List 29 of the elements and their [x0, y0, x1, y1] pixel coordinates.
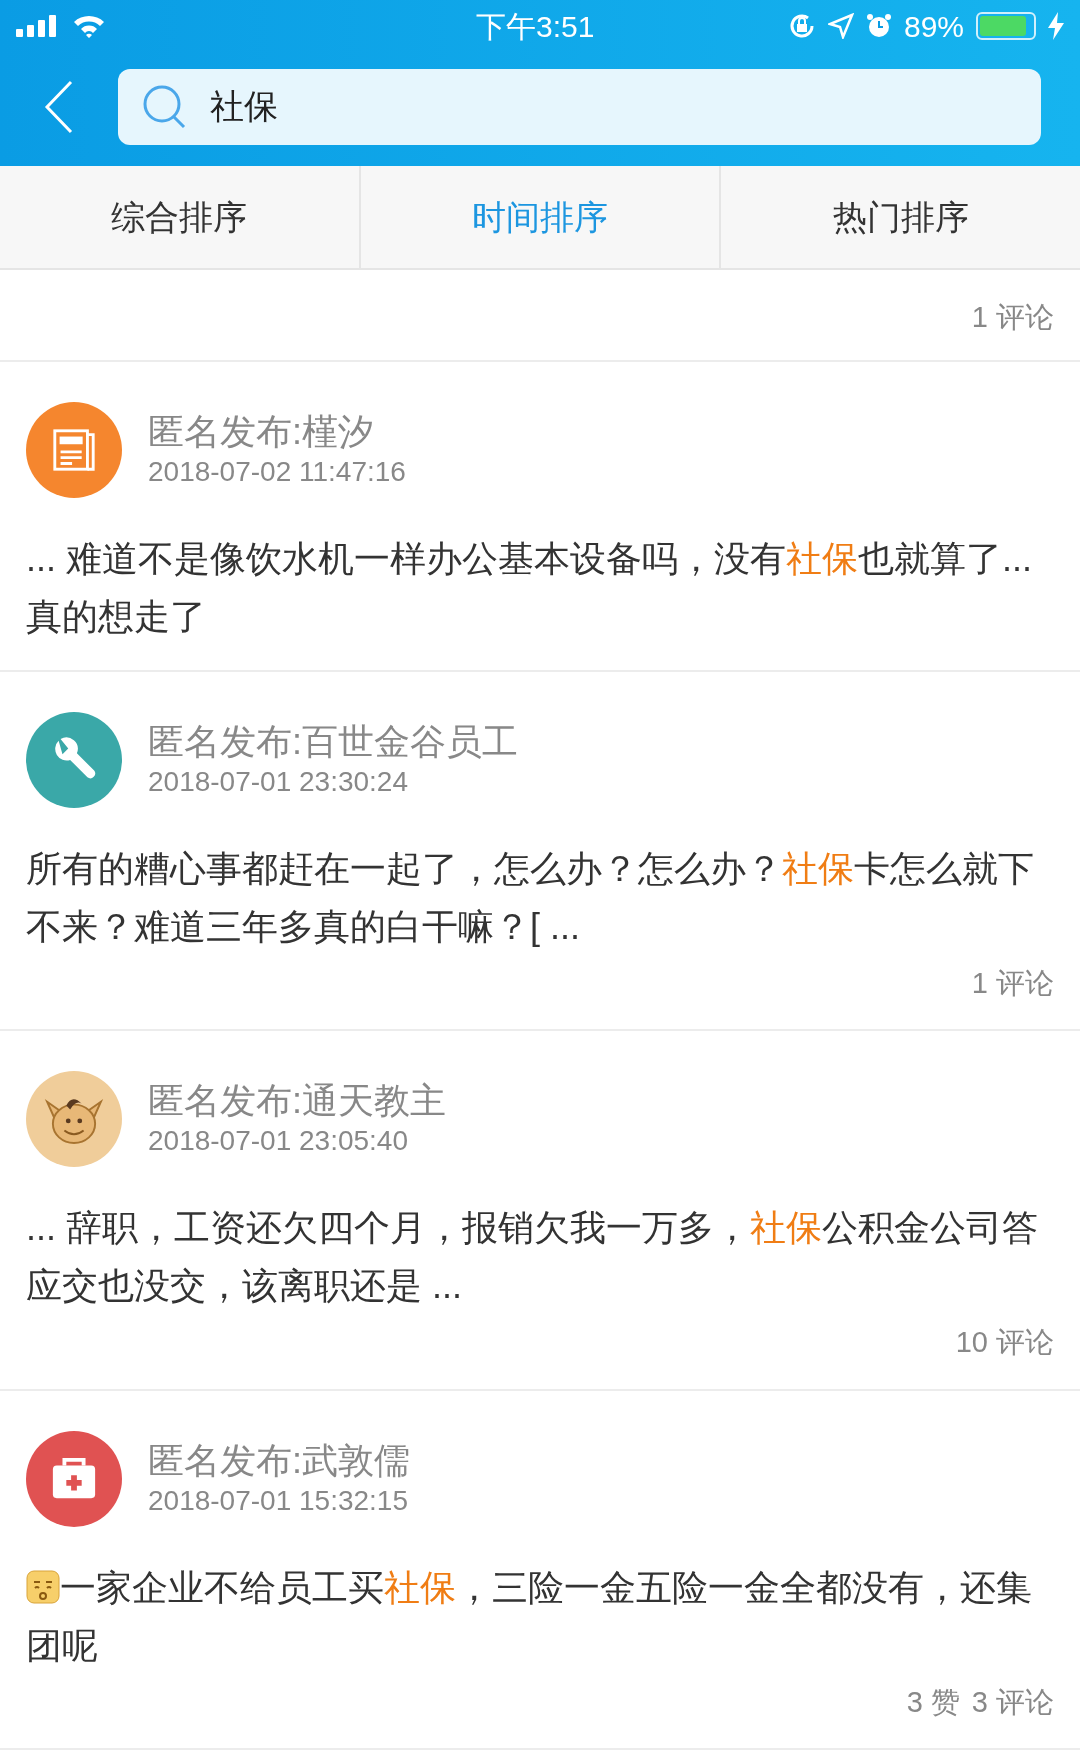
wifi-icon	[72, 14, 106, 38]
post-text: ... 难道不是像饮水机一样办公基本设备吗，没有社保也就算了...真的想走了	[26, 536, 1034, 639]
back-chevron-icon	[44, 80, 74, 134]
post-text: 一家企业不给员工买社保，三险一金五险一金全都没有，还集团呢	[26, 1565, 1033, 1668]
search-field[interactable]: 社保	[118, 69, 1041, 145]
post-time: 2018-07-01 23:05:40	[148, 1124, 409, 1158]
author-name: 匿名发布:武敦儒	[148, 1438, 410, 1483]
location-arrow-icon	[827, 13, 854, 39]
search-icon	[142, 84, 188, 130]
alarm-icon	[865, 13, 892, 39]
post-text: 所有的糟心事都赶在一起了，怎么办？怎么办？社保卡怎么就下不来？难道三年多真的白干嘛？[ ...	[26, 846, 1035, 949]
author-name: 匿名发布:通天教主	[148, 1079, 446, 1123]
post-stat: 3 赞	[906, 1684, 960, 1720]
emoji-icon	[26, 1569, 60, 1604]
author-name: 匿名发布:槿汐	[148, 409, 375, 454]
post-text: ... 辞职，工资还欠四个月，报销欠我一万多，社保公积金公司答应交也没交，该离职还是 ...	[26, 1206, 1039, 1308]
clock-time: 下午3:51	[476, 8, 595, 45]
post-stat: 1 评论	[971, 965, 1054, 1001]
post-stat: 1 评论	[971, 300, 1054, 335]
author-name: 匿名发布:百世金谷员工	[148, 719, 518, 764]
post-time: 2018-07-01 15:32:15	[148, 1483, 409, 1518]
post-time: 2018-07-02 11:47:16	[148, 454, 406, 489]
battery-percent: 89%	[903, 8, 964, 45]
charging-bolt-icon	[1048, 12, 1064, 40]
post-time: 2018-07-01 23:30:24	[148, 764, 409, 799]
post-stat: 10 评论	[955, 1325, 1054, 1360]
post-stat: 3 评论	[971, 1684, 1054, 1720]
battery-icon	[976, 12, 1036, 40]
rotation-lock-icon	[787, 12, 816, 40]
